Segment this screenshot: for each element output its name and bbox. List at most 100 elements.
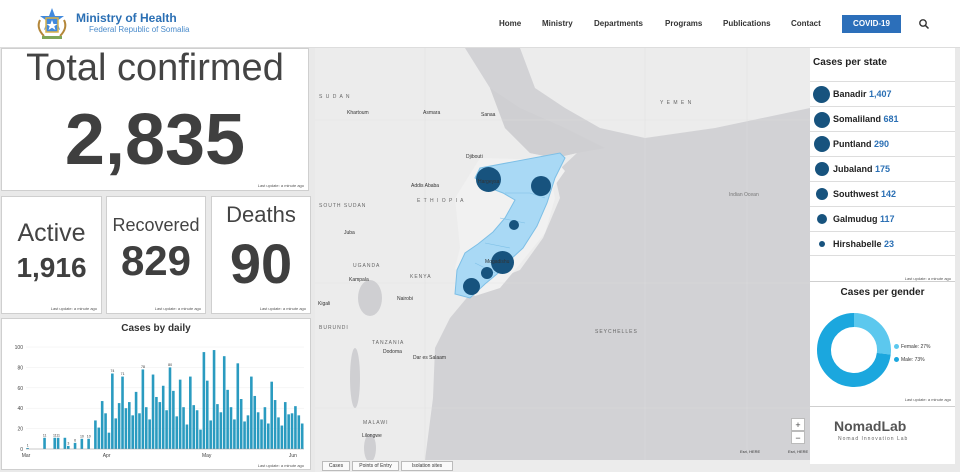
state-row-somaliland[interactable]: Somaliland 681	[810, 106, 955, 131]
daily-bar[interactable]	[226, 389, 229, 449]
tab-points-of-entry[interactable]: Points of Entry	[352, 461, 399, 471]
daily-bar[interactable]	[260, 419, 263, 449]
daily-bar[interactable]	[297, 415, 301, 449]
daily-bar[interactable]	[283, 402, 287, 449]
map-bubble-jubaland[interactable]	[463, 278, 480, 295]
daily-bar[interactable]	[94, 420, 97, 449]
daily-bar[interactable]	[267, 423, 270, 450]
daily-bar[interactable]	[199, 429, 202, 449]
daily-bar[interactable]	[97, 427, 101, 449]
daily-bar[interactable]	[243, 421, 246, 449]
daily-bar[interactable]	[216, 404, 219, 449]
daily-bar[interactable]	[222, 356, 226, 449]
nav-home[interactable]: Home	[499, 19, 521, 28]
daily-bar[interactable]	[107, 432, 111, 449]
daily-bar[interactable]	[114, 418, 118, 449]
daily-bar[interactable]	[263, 407, 267, 449]
daily-bar[interactable]	[155, 396, 158, 449]
daily-bar[interactable]	[87, 438, 90, 449]
daily-bar[interactable]	[124, 408, 128, 449]
gender-donut-chart[interactable]	[814, 310, 894, 390]
state-row-jubaland[interactable]: Jubaland 175	[810, 156, 955, 181]
state-row-galmudug[interactable]: Galmudug 117	[810, 206, 955, 231]
daily-bar[interactable]	[280, 425, 284, 449]
daily-bar[interactable]	[100, 401, 104, 449]
daily-bar[interactable]	[270, 381, 273, 449]
daily-bar[interactable]	[256, 412, 260, 449]
daily-bar[interactable]	[178, 379, 182, 449]
map-bubble-galmudug[interactable]	[509, 220, 519, 230]
map-bubble-southwest[interactable]	[481, 267, 493, 279]
nav-programs[interactable]: Programs	[665, 19, 702, 28]
daily-bar[interactable]	[300, 423, 304, 450]
daily-bar[interactable]	[294, 406, 297, 449]
daily-bar[interactable]	[144, 407, 148, 449]
state-row-southwest[interactable]: Southwest 142	[810, 181, 955, 206]
search-icon[interactable]	[918, 18, 930, 30]
daily-bar[interactable]	[229, 407, 233, 449]
daily-bar[interactable]	[185, 424, 189, 449]
daily-bar[interactable]	[168, 367, 172, 449]
zoom-out-button[interactable]: −	[791, 431, 805, 444]
daily-bar[interactable]	[104, 413, 107, 449]
daily-bar[interactable]	[131, 415, 134, 449]
daily-bar[interactable]	[111, 373, 114, 449]
daily-bar[interactable]	[233, 419, 236, 449]
daily-bar[interactable]	[128, 402, 131, 449]
daily-bar[interactable]	[141, 369, 145, 449]
daily-bar[interactable]	[63, 437, 67, 449]
somalia-cases-map[interactable]: S U D A N Khartoum Asmara Y E M E N Sana…	[315, 48, 810, 460]
nav-publications[interactable]: Publications	[723, 19, 771, 28]
daily-bar[interactable]	[80, 438, 84, 449]
daily-bar[interactable]	[165, 410, 168, 449]
daily-bar[interactable]	[209, 420, 212, 449]
daily-bar[interactable]	[287, 414, 290, 449]
donut-slice-female[interactable]	[853, 313, 891, 355]
map-basemap[interactable]	[315, 48, 810, 460]
daily-bar[interactable]	[236, 363, 240, 449]
tab-isolation-sites[interactable]: Isolation sites	[401, 461, 453, 471]
daily-bar[interactable]	[121, 376, 124, 449]
daily-bar[interactable]	[239, 399, 243, 449]
daily-cases-bar-chart[interactable]: 020406080100111 11 113610 1074717880Mar Apr M…	[2, 337, 310, 469]
somalia-coat-of-arms-logo[interactable]	[34, 6, 70, 42]
state-row-puntland[interactable]: Puntland 290	[810, 131, 955, 156]
map-bubble-puntland[interactable]	[531, 176, 551, 196]
daily-bar[interactable]	[246, 415, 250, 449]
daily-bar[interactable]	[138, 413, 141, 449]
nav-ministry[interactable]: Ministry	[542, 19, 573, 28]
daily-bar[interactable]	[182, 407, 185, 449]
brand-title[interactable]: Ministry of Health	[76, 11, 177, 25]
daily-bar[interactable]	[161, 385, 165, 449]
daily-bar[interactable]	[56, 437, 60, 449]
nav-contact[interactable]: Contact	[791, 19, 821, 28]
daily-bar[interactable]	[158, 402, 162, 449]
daily-bar[interactable]	[273, 400, 277, 449]
daily-bar[interactable]	[66, 445, 70, 449]
covid-19-button[interactable]: COVID-19	[842, 15, 901, 33]
daily-bar[interactable]	[219, 412, 223, 449]
daily-bar[interactable]	[250, 376, 253, 449]
daily-bar[interactable]	[172, 390, 175, 449]
daily-bar[interactable]	[134, 391, 138, 449]
daily-bar[interactable]	[205, 380, 209, 449]
daily-bar[interactable]	[175, 416, 179, 449]
daily-bar[interactable]	[151, 374, 155, 449]
daily-bar[interactable]	[53, 437, 57, 449]
zoom-in-button[interactable]: +	[791, 418, 805, 431]
daily-bar[interactable]	[277, 417, 280, 449]
daily-bar[interactable]	[202, 352, 206, 449]
state-row-hirshabelle[interactable]: Hirshabelle 23	[810, 231, 955, 256]
daily-bar[interactable]	[253, 395, 257, 449]
daily-bar[interactable]	[192, 405, 196, 449]
daily-bar[interactable]	[148, 419, 151, 449]
daily-bar[interactable]	[290, 413, 294, 449]
daily-bar[interactable]	[73, 442, 77, 449]
daily-bar[interactable]	[212, 350, 216, 449]
nav-departments[interactable]: Departments	[594, 19, 643, 28]
state-row-banadir[interactable]: Banadir 1,407	[810, 81, 955, 106]
nomadlab-logo[interactable]: NomadLab	[834, 418, 906, 434]
daily-bar[interactable]	[43, 437, 46, 449]
daily-bar[interactable]	[117, 403, 121, 449]
daily-bar[interactable]	[195, 410, 199, 449]
